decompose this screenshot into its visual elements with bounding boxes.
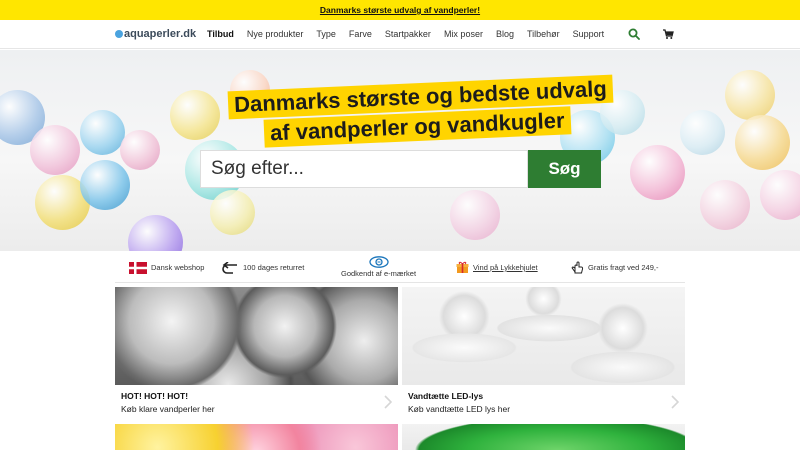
site-header: aquaperler .dk Tilbud Nye produkter Type … [0, 20, 800, 49]
usp-label: Gratis fragt ved 249,- [588, 263, 659, 272]
promo-tile-led-lys[interactable]: Vandtætte LED-lys Køb vandtætte LED lys … [402, 287, 685, 414]
logo-tld: .dk [180, 28, 197, 40]
hero-search-input[interactable]: Søg efter... [200, 150, 528, 188]
chevron-right-icon [671, 395, 679, 409]
usp-label: Vind på Lykkehjulet [473, 263, 538, 272]
nav-item-support[interactable]: Support [573, 29, 605, 39]
e-maerket-icon [368, 256, 389, 268]
nav-item-tilbud[interactable]: Tilbud [207, 29, 234, 39]
chevron-right-icon [384, 395, 392, 409]
hand-icon [571, 261, 584, 274]
promo-tile-klare-vandperler[interactable]: HOT! HOT! HOT! Køb klare vandperler her [115, 287, 398, 414]
tile-title: HOT! HOT! HOT! [121, 391, 189, 401]
nav-item-mix-poser[interactable]: Mix poser [444, 29, 483, 39]
top-promo-link[interactable]: Danmarks største udvalg af vandperler! [320, 5, 480, 15]
usp-e-maerket: Godkendt af e-mærket [341, 256, 416, 278]
usp-label: Godkendt af e-mærket [341, 269, 417, 278]
return-arrow-icon [221, 261, 239, 274]
usp-returret: 100 dages returret [221, 261, 305, 274]
hero-banner: Danmarks største og bedste udvalg af van… [0, 50, 800, 251]
tile-subtitle: Køb vandtætte LED lys her [408, 404, 511, 414]
search-icon[interactable] [628, 28, 640, 40]
nav-item-type[interactable]: Type [316, 29, 336, 39]
usp-bar: Dansk webshop 100 dages returret Godkend… [115, 253, 685, 283]
logo-text: aquaperler [124, 28, 181, 40]
usp-lykkehjulet[interactable]: Vind på Lykkehjulet [456, 261, 538, 274]
clear-beads-image [115, 287, 398, 385]
nav-item-nye-produkter[interactable]: Nye produkter [247, 29, 304, 39]
site-logo[interactable]: aquaperler .dk [115, 28, 196, 40]
nav-item-blog[interactable]: Blog [496, 29, 514, 39]
nav-item-farve[interactable]: Farve [349, 29, 372, 39]
led-lights-image [402, 287, 685, 385]
usp-label: 100 dages returret [243, 263, 305, 272]
green-beads-tile-image[interactable] [402, 424, 685, 450]
usp-dansk-webshop: Dansk webshop [129, 261, 205, 274]
cart-icon[interactable] [662, 28, 674, 40]
top-promo-bar: Danmarks største udvalg af vandperler! [0, 0, 800, 20]
main-nav: Tilbud Nye produkter Type Farve Startpak… [207, 29, 617, 39]
nav-item-startpakker[interactable]: Startpakker [385, 29, 431, 39]
hero-search-button[interactable]: Søg [528, 150, 601, 188]
logo-bead-icon [115, 30, 123, 38]
colored-beads-tile-image[interactable] [115, 424, 398, 450]
tile-subtitle: Køb klare vandperler her [121, 404, 215, 414]
usp-label: Dansk webshop [151, 263, 205, 272]
tile-title: Vandtætte LED-lys [408, 391, 484, 401]
usp-gratis-fragt: Gratis fragt ved 249,- [571, 261, 658, 274]
danish-flag-icon [129, 261, 147, 274]
nav-item-tilbehor[interactable]: Tilbehør [527, 29, 560, 39]
gift-icon [456, 261, 469, 274]
